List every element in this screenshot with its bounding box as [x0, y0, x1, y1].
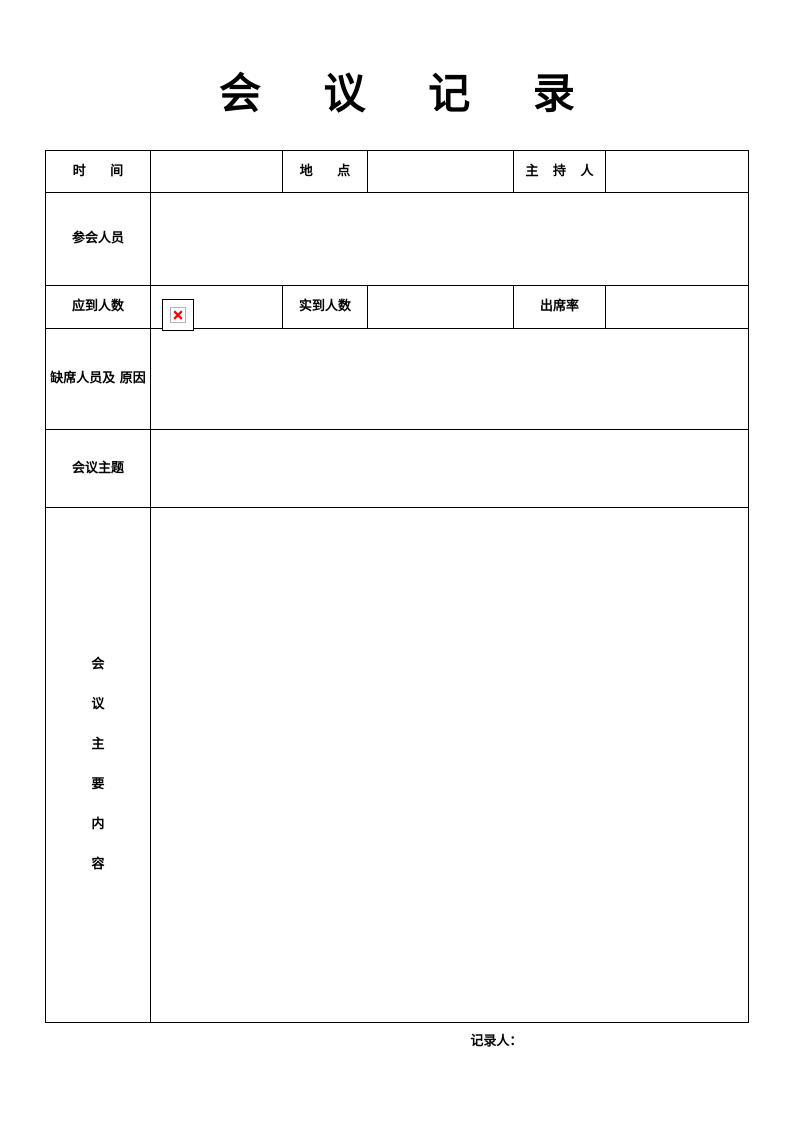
recorder-line: 记录人：: [45, 1032, 748, 1052]
field-host-value[interactable]: [605, 150, 749, 193]
label-absentees-line1: 缺席人员及: [50, 371, 116, 386]
label-absentees-line2: 原因: [119, 371, 146, 386]
label-host: 主 持 人: [513, 150, 606, 193]
table-row-topic: 会议主题: [45, 429, 749, 508]
label-actual-count: 实到人数: [282, 285, 368, 329]
field-main-content-value[interactable]: [150, 507, 749, 1023]
table-row-counts: 应到人数 实到人数 出席率: [45, 285, 749, 329]
label-attendance-rate: 出席率: [513, 285, 606, 329]
field-time-value[interactable]: [150, 150, 283, 193]
label-location: 地 点: [282, 150, 368, 193]
label-expected-count: 应到人数: [45, 285, 151, 329]
table-row-absentees: 缺席人员及 原因: [45, 328, 749, 430]
label-main-content: 会 议 主 要 内 容: [45, 507, 151, 1023]
label-time: 时 间: [45, 150, 151, 193]
broken-image-inner-frame: [170, 307, 186, 323]
broken-image-frame: [162, 299, 194, 331]
table-row-attendees: 参会人员: [45, 192, 749, 286]
label-topic: 会议主题: [45, 429, 151, 508]
field-attendees-value[interactable]: [150, 192, 749, 286]
field-topic-value[interactable]: [150, 429, 749, 508]
field-attendance-rate-value[interactable]: [605, 285, 749, 329]
label-absentees: 缺席人员及 原因: [45, 328, 151, 430]
label-main-content-char-3: 要: [91, 777, 105, 792]
field-absentees-value[interactable]: [150, 328, 749, 430]
field-location-value[interactable]: [367, 150, 514, 193]
table-row-time: 时 间 地 点 主 持 人: [45, 150, 749, 193]
label-main-content-char-5: 容: [91, 857, 105, 872]
label-main-content-char-0: 会: [91, 657, 105, 672]
page-title: 会 议 记 录: [219, 69, 599, 118]
label-main-content-char-4: 内: [91, 817, 105, 832]
broken-image-placeholder[interactable]: [162, 299, 194, 331]
recorder-label: 记录人：: [470, 1034, 523, 1049]
meeting-record-table: 时 间 地 点 主 持 人 参会人员 应到人数 实到人数 出席率 缺席人员及 原…: [45, 150, 749, 1023]
label-main-content-char-1: 议: [91, 697, 105, 712]
label-attendees: 参会人员: [45, 192, 151, 286]
document-page: 会 议 记 录 时 间 地 点 主 持 人 参会人员 应到人数 实到人数 出席率…: [0, 0, 794, 1123]
table-row-content: 会 议 主 要 内 容: [45, 507, 749, 1023]
broken-image-icon: [173, 310, 183, 320]
label-main-content-char-2: 主: [91, 737, 105, 752]
field-actual-count-value[interactable]: [367, 285, 514, 329]
